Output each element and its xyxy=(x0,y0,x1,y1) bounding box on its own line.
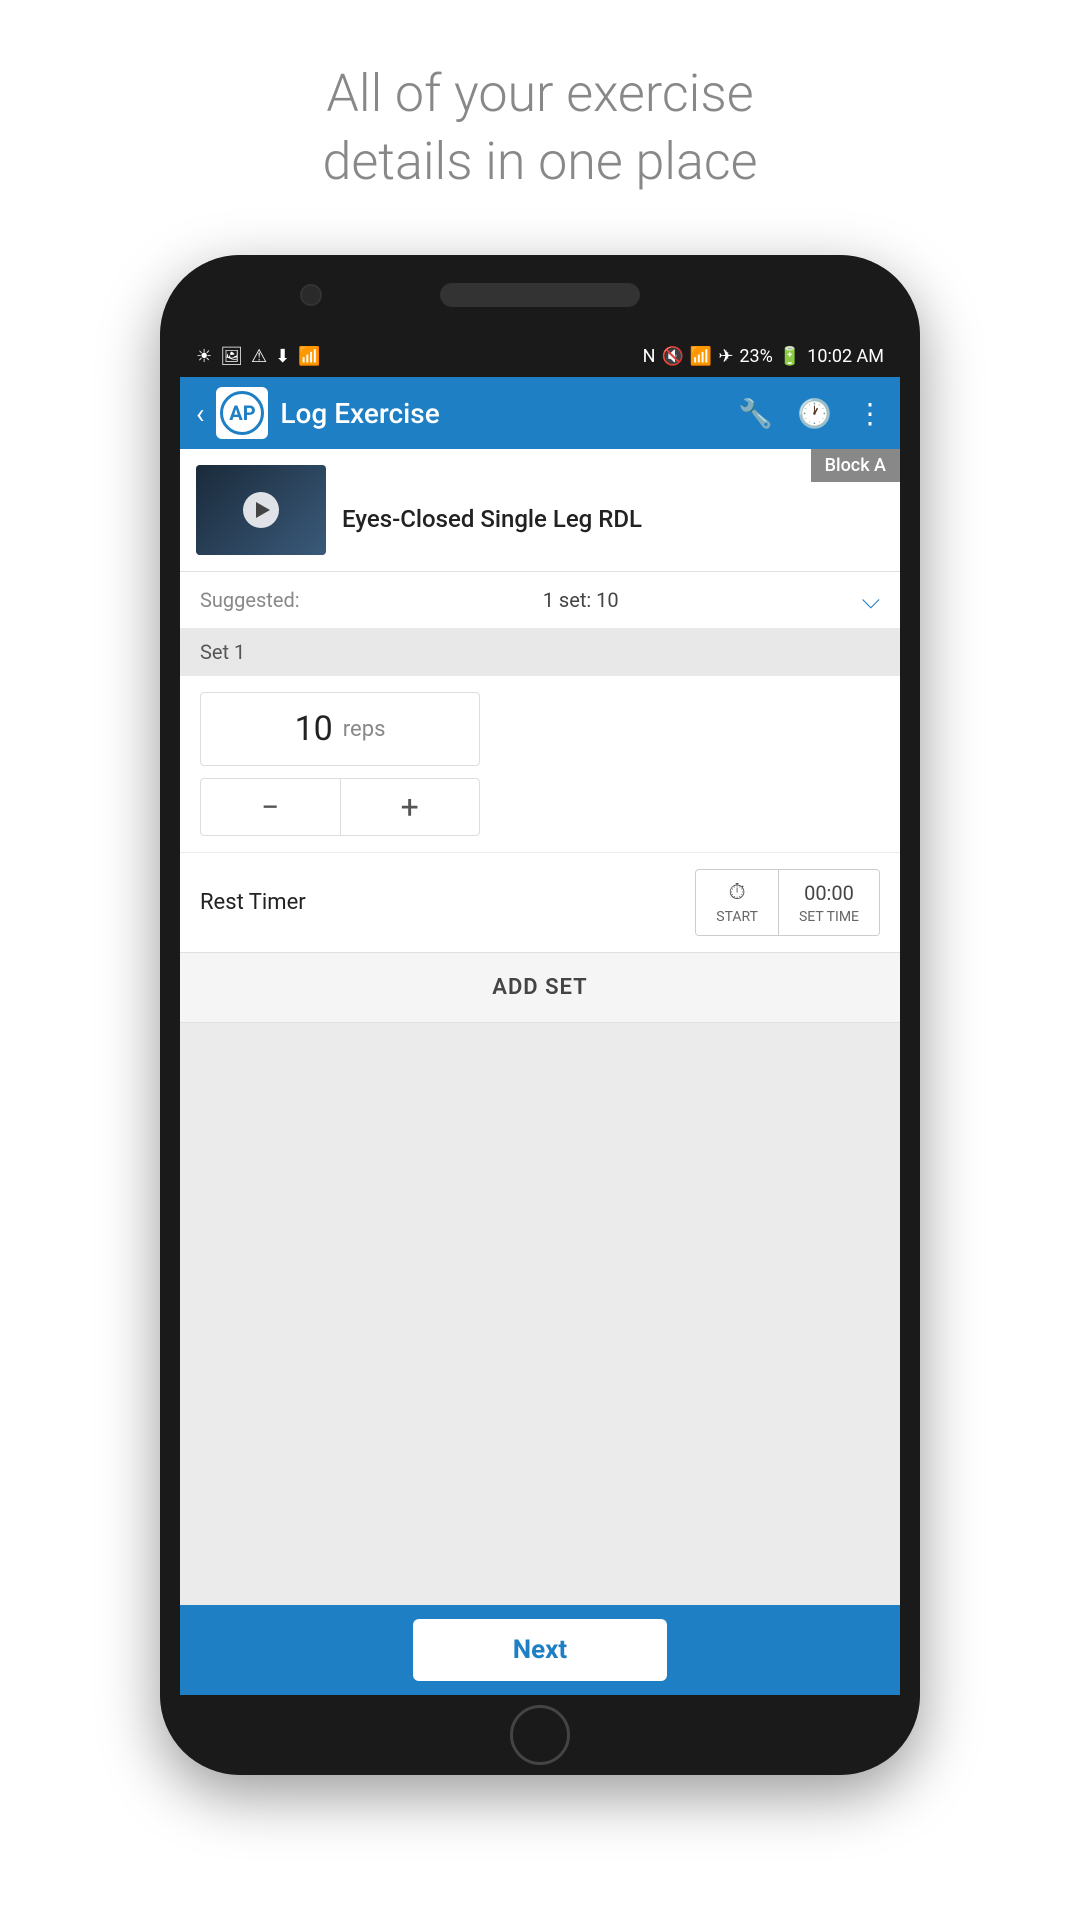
rest-timer-row: Rest Timer ⏱ START 00:00 SET TIME xyxy=(180,852,900,952)
airplane-icon: ✈ xyxy=(718,346,733,367)
app-header: ‹ AP Log Exercise 🔧 🕐 ⋮ xyxy=(180,377,900,449)
alert-icon: ⚠ xyxy=(251,346,267,367)
empty-content-area xyxy=(180,1023,900,1605)
reps-value: 10 xyxy=(295,709,333,749)
phone-camera xyxy=(300,284,322,306)
timer-start-button[interactable]: ⏱ START xyxy=(696,870,779,935)
history-icon[interactable]: 🕐 xyxy=(797,397,832,430)
play-triangle-icon xyxy=(256,502,270,518)
battery-icon: 🔋 xyxy=(779,346,801,367)
exercise-name: Eyes-Closed Single Leg RDL xyxy=(342,486,642,535)
timer-clock-icon: ⏱ xyxy=(729,880,746,905)
header-title: Log Exercise xyxy=(280,397,726,430)
nfc-icon: 📶 xyxy=(298,346,320,367)
suggested-row[interactable]: Suggested: 1 set: 10 ⌵ xyxy=(180,571,900,628)
wrench-icon[interactable]: 🔧 xyxy=(738,397,773,430)
timer-buttons: ⏱ START 00:00 SET TIME xyxy=(695,869,880,936)
suggested-label: Suggested: xyxy=(200,588,300,612)
timer-time-value: 00:00 xyxy=(804,881,854,905)
timer-start-label: START xyxy=(716,909,758,925)
exercise-thumbnail[interactable] xyxy=(196,465,326,555)
timer-set-time-label: SET TIME xyxy=(799,909,859,925)
mute-icon: 🔇 xyxy=(661,346,683,367)
image-icon: 🖼 xyxy=(220,346,243,367)
status-icons-left: ☀ 🖼 ⚠ ⬇ 📶 xyxy=(196,346,321,367)
play-button[interactable] xyxy=(243,492,279,528)
status-bar: ☀ 🖼 ⚠ ⬇ 📶 N 🔇 📶 ✈ 23% 🔋 10:02 AM xyxy=(180,335,900,377)
chevron-down-icon[interactable]: ⌵ xyxy=(862,586,880,614)
reps-display: 10 reps xyxy=(200,692,480,766)
more-menu-icon[interactable]: ⋮ xyxy=(856,397,884,430)
battery-text: 23% xyxy=(739,346,772,367)
phone-screen: ☀ 🖼 ⚠ ⬇ 📶 N 🔇 📶 ✈ 23% 🔋 10:02 AM ‹ AP xyxy=(180,335,900,1695)
reps-unit: reps xyxy=(343,717,386,742)
logo-inner: AP xyxy=(220,391,264,435)
download-icon: ⬇ xyxy=(275,346,290,367)
wifi-icon: 📶 xyxy=(690,346,712,367)
increment-button[interactable]: + xyxy=(341,779,480,835)
block-badge: Block A xyxy=(811,449,900,482)
brightness-icon: ☀ xyxy=(196,346,212,367)
exercise-header: Eyes-Closed Single Leg RDL xyxy=(180,449,900,571)
back-button[interactable]: ‹ xyxy=(196,397,204,430)
add-set-button[interactable]: ADD SET xyxy=(180,952,900,1023)
set-label: Set 1 xyxy=(200,640,245,664)
stepper-row: − + xyxy=(200,778,480,836)
nfc-label: N xyxy=(643,346,656,367)
phone-bottom-bar xyxy=(160,1695,920,1775)
bottom-bar: Next xyxy=(180,1605,900,1695)
status-icons-right: N 🔇 📶 ✈ 23% 🔋 10:02 AM xyxy=(643,346,884,367)
time-display: 10:02 AM xyxy=(807,346,884,367)
set-header: Set 1 xyxy=(180,628,900,676)
phone-shell: ☀ 🖼 ⚠ ⬇ 📶 N 🔇 📶 ✈ 23% 🔋 10:02 AM ‹ AP xyxy=(160,255,920,1775)
exercise-card: Block A Eyes-Closed Single Leg RDL xyxy=(180,449,900,571)
next-button[interactable]: Next xyxy=(413,1619,667,1681)
suggested-value: 1 set: 10 xyxy=(543,588,619,612)
timer-set-time-button[interactable]: 00:00 SET TIME xyxy=(779,870,879,935)
rest-timer-label: Rest Timer xyxy=(200,890,306,915)
header-actions: 🔧 🕐 ⋮ xyxy=(738,397,884,430)
page-headline: All of your exercise details in one plac… xyxy=(322,60,757,195)
app-logo: AP xyxy=(216,387,268,439)
phone-speaker xyxy=(440,283,640,307)
add-set-label: ADD SET xyxy=(492,975,587,1000)
phone-top-bar xyxy=(160,255,920,335)
phone-home-button[interactable] xyxy=(510,1705,570,1765)
decrement-button[interactable]: − xyxy=(201,779,340,835)
set-controls: 10 reps − + xyxy=(180,676,900,852)
